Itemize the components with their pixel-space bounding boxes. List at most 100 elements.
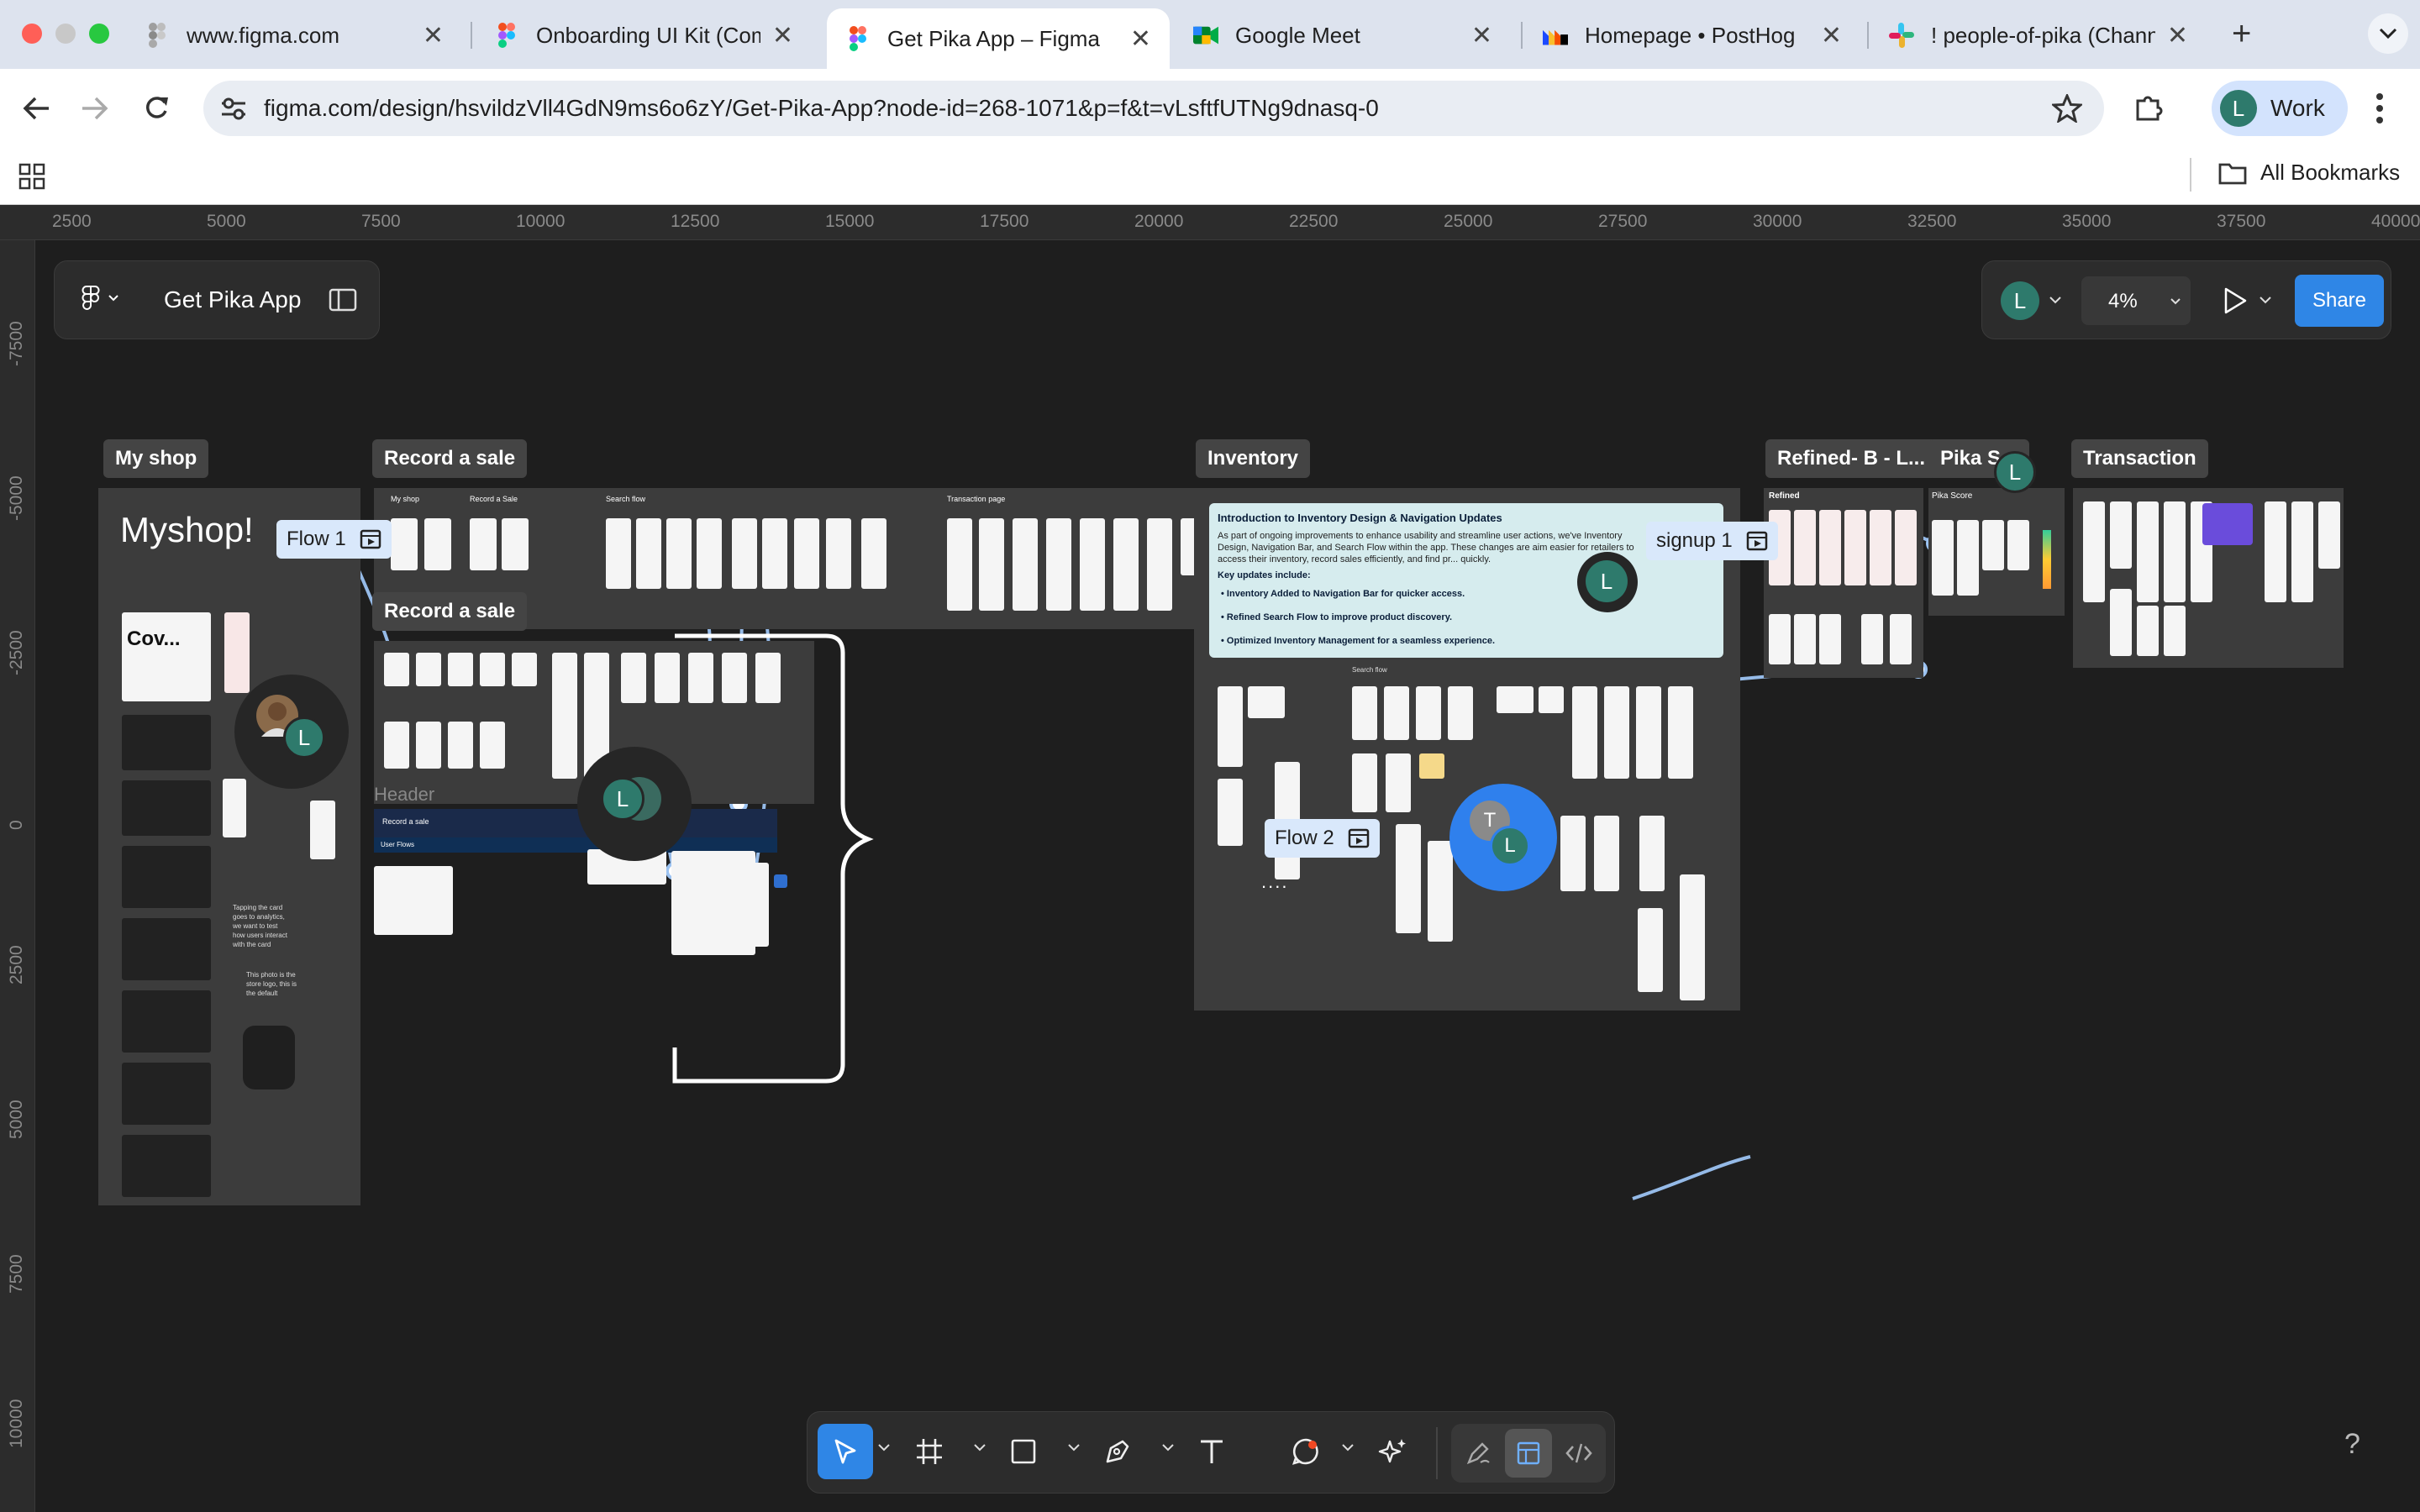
close-tab-icon[interactable]: ✕: [1471, 21, 1492, 50]
cover-frame[interactable]: Cov...: [122, 612, 211, 701]
section-label-record-a-sale[interactable]: Record a sale: [372, 439, 528, 478]
draw-mode-button[interactable]: [1455, 1429, 1502, 1478]
present-flow-icon[interactable]: [360, 529, 381, 549]
actions-ai-button[interactable]: [1365, 1424, 1421, 1479]
section-refined[interactable]: Refined: [1764, 488, 1923, 678]
collaborator-avatar[interactable]: L: [283, 717, 325, 759]
close-tab-icon[interactable]: ✕: [772, 21, 793, 50]
close-tab-icon[interactable]: ✕: [423, 21, 444, 50]
chevron-down-icon[interactable]: [974, 1444, 986, 1452]
screen-thumb: [1982, 520, 2004, 570]
bookmark-star-icon[interactable]: [2052, 94, 2082, 123]
collaborator-avatar[interactable]: L: [601, 777, 644, 821]
tab-posthog[interactable]: Homepage • PostHog ✕: [1524, 8, 1860, 62]
ruler-tick-y: 0: [7, 820, 26, 830]
section-my-shop[interactable]: Myshop! Cov... Tapping the card goes to …: [98, 488, 360, 1205]
forward-arrow-icon[interactable]: [81, 96, 109, 121]
screen-thumb: [2265, 501, 2286, 602]
close-tab-icon[interactable]: ✕: [2167, 21, 2188, 50]
signup-1-chip[interactable]: signup 1: [1646, 522, 1778, 560]
comment-tool-button[interactable]: [1278, 1424, 1334, 1479]
collaborator-avatar[interactable]: L: [1490, 826, 1530, 866]
profile-button[interactable]: L Work: [2212, 81, 2348, 136]
chevron-down-icon[interactable]: [878, 1444, 890, 1452]
present-flow-icon[interactable]: [1746, 531, 1768, 551]
extensions-puzzle-icon[interactable]: [2134, 92, 2165, 123]
move-tool-button[interactable]: [818, 1424, 873, 1479]
dev-mode-button[interactable]: [1555, 1429, 1602, 1478]
close-tab-icon[interactable]: ✕: [1821, 21, 1842, 50]
annotation-note: This photo is the store logo, this is th…: [246, 971, 297, 997]
address-bar[interactable]: figma.com/design/hsvildzVll4GdN9ms6o6zY/…: [203, 81, 2104, 136]
zoom-control[interactable]: 4%: [2081, 276, 2191, 325]
share-button[interactable]: Share: [2295, 275, 2384, 327]
tab-google-meet[interactable]: Google Meet ✕: [1175, 8, 1511, 62]
screen-thumb: [1080, 518, 1105, 611]
chevron-down-icon[interactable]: [1068, 1444, 1080, 1452]
section-label-record-a-sale-2[interactable]: Record a sale: [372, 592, 528, 631]
tab-get-pika-app[interactable]: Get Pika App – Figma ✕: [827, 8, 1170, 69]
file-name[interactable]: Get Pika App: [164, 286, 301, 313]
section-inventory[interactable]: Introduction to Inventory Design & Navig…: [1194, 488, 1740, 1011]
section-label-refined[interactable]: Refined- B - L...: [1765, 439, 1937, 478]
screen-thumb: [636, 518, 661, 589]
collaborator-avatar[interactable]: L: [1994, 451, 2036, 493]
section-label-inventory[interactable]: Inventory: [1196, 439, 1311, 478]
screen-thumb: [1218, 686, 1243, 767]
tab-slack-people-of-pika[interactable]: ! people-of-pika (Chann ✕: [1870, 8, 2207, 62]
chevron-down-icon[interactable]: [1162, 1444, 1174, 1452]
site-settings-icon[interactable]: [220, 96, 247, 121]
section-pika-score[interactable]: Pika Score: [1928, 488, 2065, 616]
frame-hash-icon: [917, 1439, 942, 1464]
design-mode-button[interactable]: [1505, 1429, 1552, 1478]
main-menu-button[interactable]: [82, 285, 118, 312]
help-button[interactable]: ?: [2344, 1428, 2360, 1461]
screen-thumb: [512, 653, 537, 686]
kebab-menu-icon[interactable]: [2375, 92, 2385, 124]
chevron-down-icon: [108, 295, 118, 302]
header-bar[interactable]: Record a sale: [374, 809, 777, 837]
frame-tool-button[interactable]: [902, 1424, 957, 1479]
flow-2-chip[interactable]: Flow 2: [1265, 819, 1380, 858]
present-play-icon[interactable]: [2223, 286, 2248, 315]
minimize-window-button[interactable]: [55, 24, 76, 44]
screen-thumb: [1352, 686, 1377, 740]
tab-title: ! people-of-pika (Chann: [1931, 22, 2155, 48]
chevron-down-icon[interactable]: [2049, 297, 2061, 305]
tab-figma-home[interactable]: www.figma.com ✕: [126, 8, 462, 62]
back-arrow-icon[interactable]: [22, 96, 50, 121]
present-flow-icon[interactable]: [1348, 828, 1370, 848]
section-label-my-shop[interactable]: My shop: [103, 439, 209, 478]
rectangle-icon: [1011, 1439, 1036, 1464]
screen-thumb: [1639, 816, 1665, 891]
screen-thumb: [552, 653, 577, 779]
flow-1-chip[interactable]: Flow 1: [276, 520, 392, 559]
screen-thumb: [480, 653, 505, 686]
doc-frame: [122, 1135, 211, 1197]
screen-thumb: [671, 851, 755, 955]
sidebar-toggle-icon[interactable]: [329, 288, 357, 312]
close-tab-icon[interactable]: ✕: [1130, 24, 1151, 54]
zoom-window-button[interactable]: [89, 24, 109, 44]
close-window-button[interactable]: [22, 24, 42, 44]
tab-search-button[interactable]: [2368, 13, 2408, 54]
rectangle-tool-button[interactable]: [996, 1424, 1051, 1479]
section-transaction[interactable]: [2073, 488, 2344, 668]
figma-canvas[interactable]: />: [36, 241, 2420, 1512]
tab-onboarding-ui-kit[interactable]: Onboarding UI Kit (Comm ✕: [476, 8, 812, 62]
text-tool-button[interactable]: [1184, 1424, 1239, 1479]
reload-icon[interactable]: [143, 94, 170, 121]
current-user-avatar[interactable]: L: [2001, 281, 2039, 320]
screen-thumb: [1448, 686, 1473, 740]
chevron-down-icon[interactable]: [1342, 1444, 1354, 1452]
chevron-down-icon[interactable]: [2260, 297, 2271, 305]
collaborator-avatar[interactable]: L: [1586, 560, 1628, 602]
section-label-transaction[interactable]: Transaction: [2071, 439, 2208, 478]
ruler-tick-x: 25000: [1444, 212, 1493, 231]
pen-tool-button[interactable]: [1090, 1424, 1145, 1479]
new-tab-button[interactable]: +: [2232, 15, 2251, 53]
horizontal-ruler: 2500 5000 7500 10000 12500 15000 17500 20000 225…: [0, 205, 2420, 240]
mini-frame: [310, 801, 335, 859]
all-bookmarks-button[interactable]: All Bookmarks: [2218, 160, 2400, 186]
apps-grid-icon[interactable]: [18, 163, 45, 190]
